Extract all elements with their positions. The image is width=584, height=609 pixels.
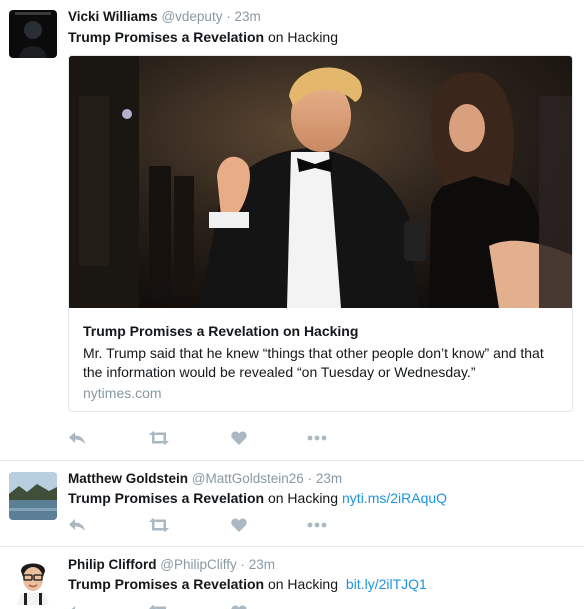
card-title[interactable]: Trump Promises a Revelation on Hacking (83, 322, 358, 340)
more-icon[interactable] (306, 515, 328, 535)
card-domain[interactable]: nytimes.com (83, 384, 162, 402)
author-name[interactable]: Matthew Goldstein (68, 471, 188, 486)
author-handle[interactable]: @vdeputy (161, 9, 222, 24)
separator-dot: · (226, 9, 231, 24)
tweet-actions (66, 602, 366, 609)
tweet-link[interactable]: nyti.ms/2iRAquQ (342, 490, 447, 506)
reply-icon[interactable] (66, 602, 88, 609)
tweet-text-bold: Trump Promises a Revelation (68, 576, 265, 592)
tweet-text-rest: on Hacking (264, 29, 339, 45)
tweet-text-bold: Trump Promises a Revelation (68, 490, 265, 506)
author-name[interactable]: Vicki Williams (68, 9, 158, 24)
retweet-icon[interactable] (148, 602, 170, 609)
like-icon[interactable] (228, 428, 250, 448)
avatar[interactable] (9, 472, 57, 520)
author-handle[interactable]: @MattGoldstein26 (192, 471, 304, 486)
author-handle[interactable]: @PhilipCliffy (160, 557, 236, 572)
separator-dot: · (240, 557, 246, 572)
timestamp[interactable]: 23m (234, 9, 260, 24)
tweet-text-rest: on Hacking (264, 576, 339, 592)
card-description: Mr. Trump said that he knew “things that… (83, 345, 544, 380)
tweet-text-bold: Trump Promises a Revelation (68, 29, 265, 45)
tweet-header: Philip Clifford @PhilipCliffy · 23m (68, 557, 275, 573)
tweet-actions (66, 515, 366, 535)
reply-icon[interactable] (66, 515, 88, 535)
tweet[interactable]: Vicki Williams @vdeputy · 23m Trump Prom… (0, 0, 584, 461)
avatar[interactable] (9, 10, 57, 58)
more-icon[interactable] (306, 602, 328, 609)
like-icon[interactable] (228, 602, 250, 609)
retweet-icon[interactable] (148, 428, 170, 448)
reply-icon[interactable] (66, 428, 88, 448)
avatar[interactable] (9, 557, 57, 605)
author-name[interactable]: Philip Clifford (68, 557, 157, 572)
tweet-actions (66, 428, 366, 448)
card-photo (69, 56, 572, 308)
separator-dot: · (307, 471, 313, 486)
link-card[interactable]: Trump Promises a Revelation on Hacking M… (68, 55, 573, 412)
tweet-text-rest: on Hacking (264, 490, 339, 506)
tweet[interactable]: Philip Clifford @PhilipCliffy · 23m Trum… (0, 547, 584, 609)
timestamp[interactable]: 23m (316, 471, 342, 486)
more-icon[interactable] (306, 428, 328, 448)
like-icon[interactable] (228, 515, 250, 535)
tweet-text: Trump Promises a Revelation on Hacking (68, 28, 338, 46)
tweet-link[interactable]: bit.ly/2ilTJQ1 (346, 576, 427, 592)
retweet-icon[interactable] (148, 515, 170, 535)
tweet-text: Trump Promises a Revelation on Hacking ny… (68, 489, 447, 507)
timestamp[interactable]: 23m (249, 557, 275, 572)
tweet-text: Trump Promises a Revelation on Hacking b… (68, 575, 427, 593)
tweet-header: Vicki Williams @vdeputy · 23m (68, 9, 261, 25)
tweet-header: Matthew Goldstein @MattGoldstein26 · 23m (68, 471, 342, 487)
